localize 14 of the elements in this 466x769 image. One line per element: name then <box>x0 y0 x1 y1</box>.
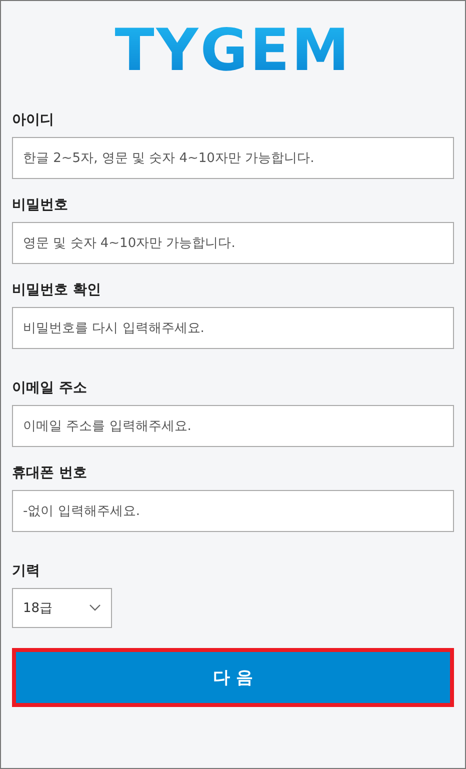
input-field[interactable]: 비밀번호를 다시 입력해주세요. <box>12 307 454 349</box>
field-label: 비밀번호 <box>12 196 68 215</box>
field-label: 기력 <box>12 562 40 581</box>
input-field[interactable]: -없이 입력해주세요. <box>12 490 454 532</box>
field-label: 이메일 주소 <box>12 379 87 398</box>
next-button[interactable]: 다 음 <box>12 648 454 707</box>
dropdown[interactable]: 18급 <box>12 588 112 628</box>
input-field[interactable]: 영문 및 숫자 4~10자만 가능합니다. <box>12 222 454 264</box>
field-label: 휴대폰 번호 <box>12 464 87 483</box>
field-label: 비밀번호 확인 <box>12 281 101 300</box>
chevron-down-icon <box>89 604 101 612</box>
input-field[interactable]: 이메일 주소를 입력해주세요. <box>12 405 454 447</box>
field-label: 아이디 <box>12 111 54 130</box>
input-field[interactable]: 한글 2~5자, 영문 및 숫자 4~10자만 가능합니다. <box>12 137 454 179</box>
